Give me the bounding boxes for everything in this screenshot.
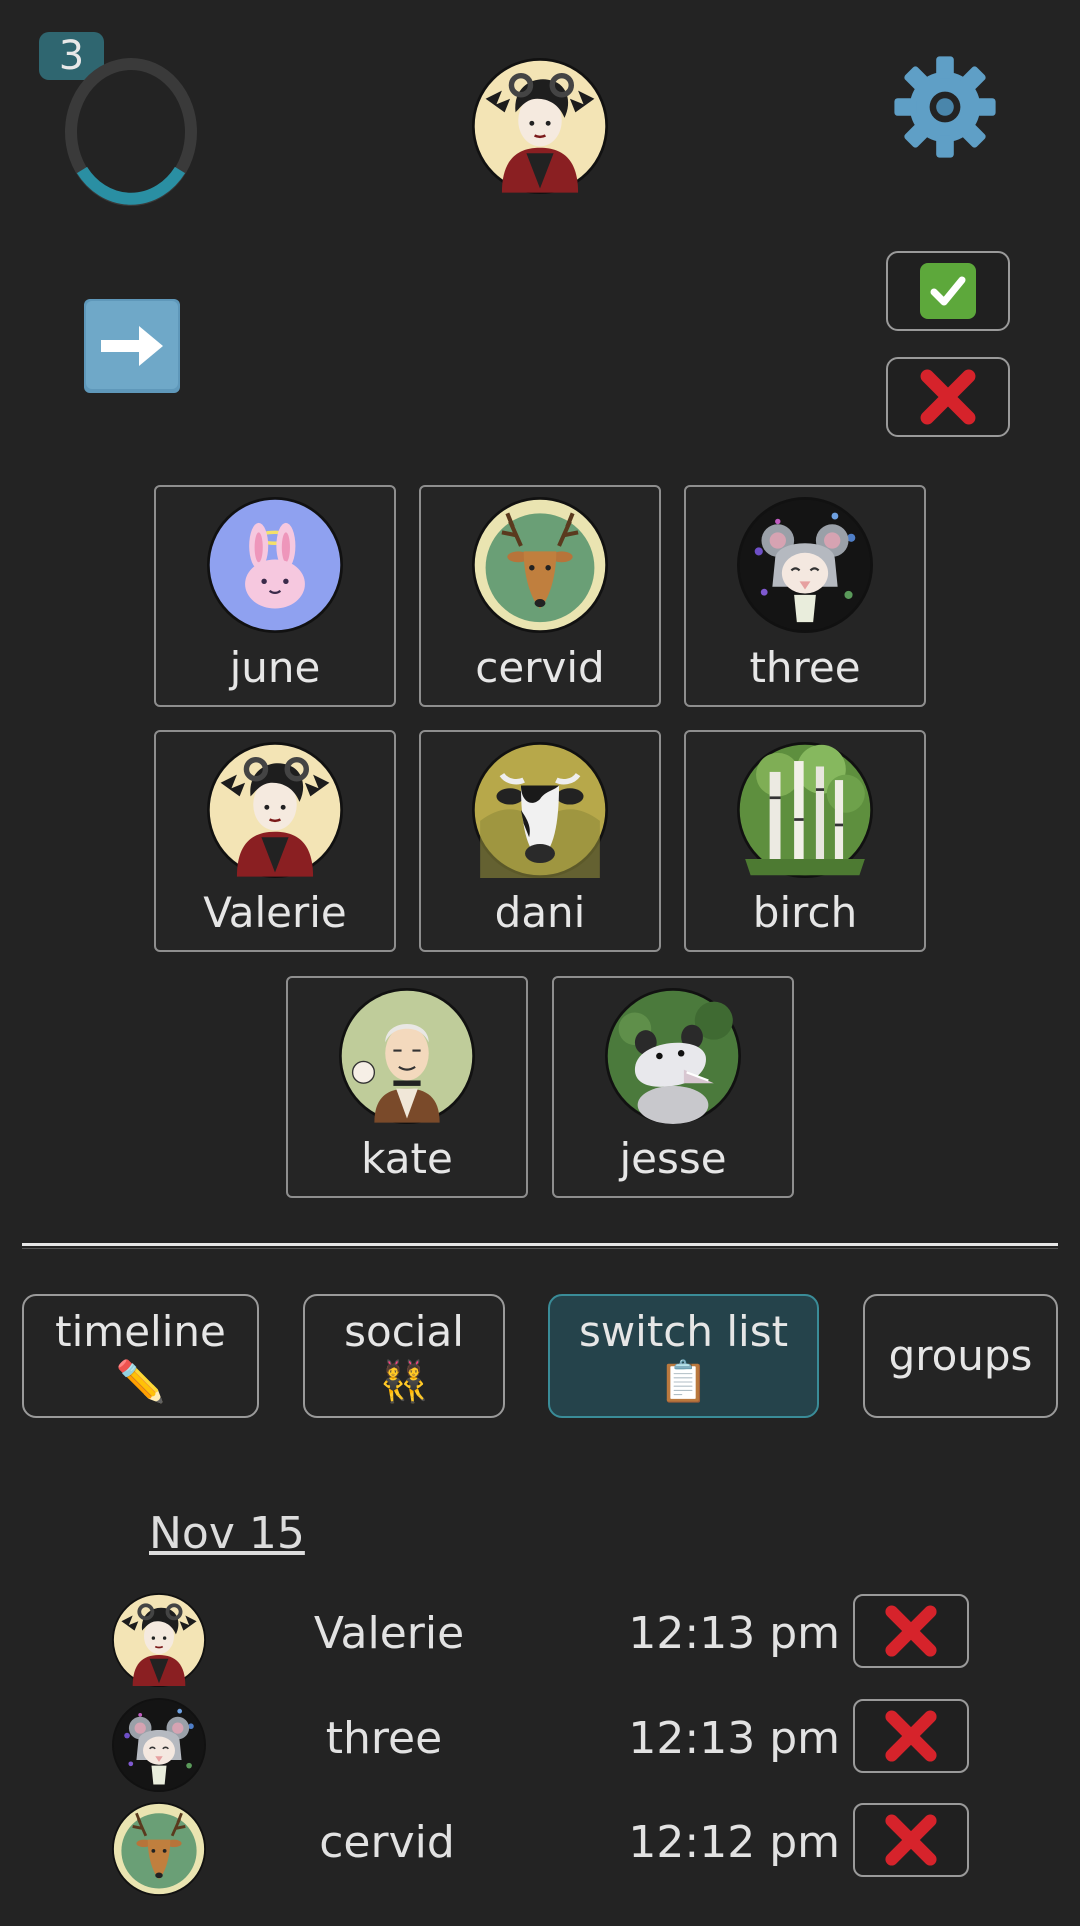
tab-timeline[interactable]: timeline ✏️ bbox=[22, 1294, 259, 1418]
switch-entry-time: 12:13 pm bbox=[628, 1608, 840, 1659]
clipboard-icon: 📋 bbox=[658, 1359, 709, 1405]
member-card-cervid[interactable]: cervid bbox=[419, 485, 661, 707]
switch-entry-time: 12:13 pm bbox=[628, 1713, 840, 1764]
member-name: three bbox=[749, 643, 861, 692]
member-card-valerie[interactable]: Valerie bbox=[154, 730, 396, 952]
member-avatar bbox=[207, 742, 343, 878]
member-card-june[interactable]: june bbox=[154, 485, 396, 707]
divider-shadow bbox=[22, 1248, 1058, 1249]
member-avatar bbox=[737, 742, 873, 878]
member-card-three[interactable]: three bbox=[684, 485, 926, 707]
tab-social[interactable]: social 👯 bbox=[303, 1294, 505, 1418]
member-card-jesse[interactable]: jesse bbox=[552, 976, 794, 1198]
current-fronter-avatar[interactable] bbox=[472, 58, 608, 194]
switch-entry-avatar bbox=[112, 1802, 206, 1896]
member-name: cervid bbox=[475, 643, 605, 692]
cross-icon bbox=[884, 1709, 938, 1763]
member-avatar bbox=[472, 497, 608, 633]
check-icon bbox=[920, 263, 976, 319]
switch-date-heading: Nov 15 bbox=[149, 1508, 305, 1559]
gear-icon[interactable] bbox=[890, 52, 1000, 162]
delete-switch-button[interactable] bbox=[853, 1699, 969, 1773]
member-avatar bbox=[207, 497, 343, 633]
member-name: june bbox=[229, 643, 321, 692]
switch-entry-name: Valerie bbox=[313, 1608, 465, 1659]
pencil-icon: ✏️ bbox=[115, 1359, 166, 1405]
confirm-button[interactable] bbox=[886, 251, 1010, 331]
member-name: kate bbox=[361, 1134, 453, 1183]
cancel-button[interactable] bbox=[886, 357, 1010, 437]
tab-label: groups bbox=[888, 1331, 1033, 1380]
switch-entry-avatar bbox=[112, 1698, 206, 1792]
member-avatar bbox=[339, 988, 475, 1124]
switch-entry-name: three bbox=[325, 1713, 443, 1764]
tab-label: timeline bbox=[55, 1307, 226, 1356]
member-name: jesse bbox=[619, 1134, 727, 1183]
tab-label: switch list bbox=[578, 1307, 789, 1356]
cross-icon bbox=[884, 1813, 938, 1867]
member-card-birch[interactable]: birch bbox=[684, 730, 926, 952]
cross-icon bbox=[884, 1604, 938, 1658]
tab-groups[interactable]: groups bbox=[863, 1294, 1058, 1418]
member-name: dani bbox=[494, 888, 586, 937]
loading-ring bbox=[65, 58, 197, 206]
divider bbox=[22, 1243, 1058, 1246]
member-avatar bbox=[737, 497, 873, 633]
switch-entry-time: 12:12 pm bbox=[628, 1817, 840, 1868]
member-card-kate[interactable]: kate bbox=[286, 976, 528, 1198]
delete-switch-button[interactable] bbox=[853, 1594, 969, 1668]
arrow-right-icon[interactable] bbox=[83, 298, 181, 394]
member-avatar bbox=[472, 742, 608, 878]
cross-icon bbox=[919, 368, 977, 426]
tab-label: social bbox=[344, 1307, 464, 1356]
tab-switch-list[interactable]: switch list 📋 bbox=[548, 1294, 819, 1418]
member-name: Valerie bbox=[203, 888, 347, 937]
switch-entry-name: cervid bbox=[319, 1817, 455, 1868]
dancers-icon: 👯 bbox=[379, 1359, 429, 1405]
delete-switch-button[interactable] bbox=[853, 1803, 969, 1877]
switch-entry-avatar bbox=[112, 1593, 206, 1687]
member-name: birch bbox=[752, 888, 858, 937]
member-avatar bbox=[605, 988, 741, 1124]
member-card-dani[interactable]: dani bbox=[419, 730, 661, 952]
